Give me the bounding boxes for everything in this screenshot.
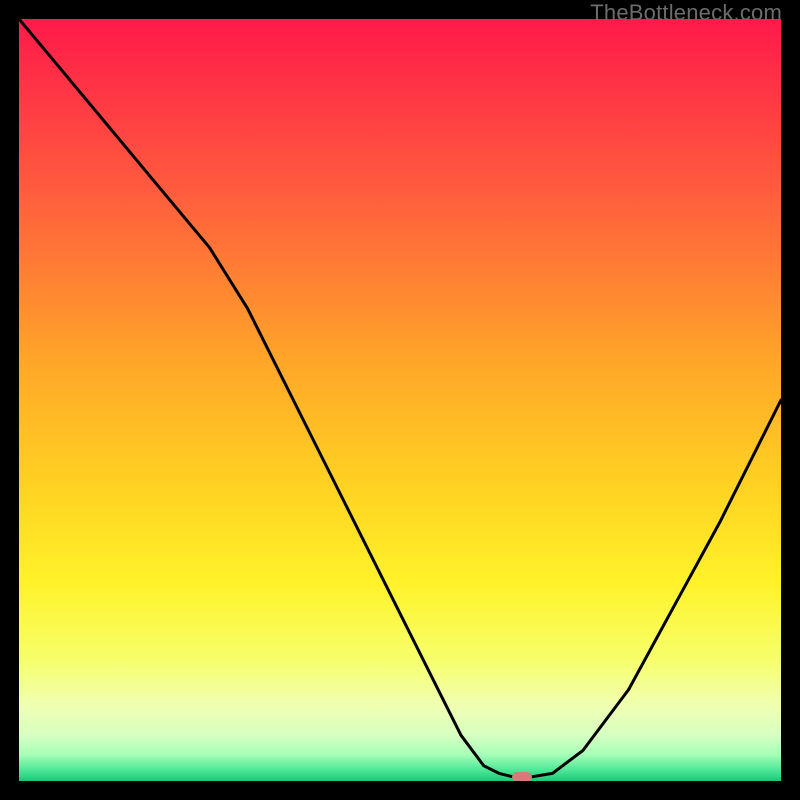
chart-plot bbox=[19, 19, 781, 781]
gradient-background bbox=[19, 19, 781, 781]
watermark-text: TheBottleneck.com bbox=[590, 0, 782, 26]
chart-svg bbox=[19, 19, 781, 781]
chart-frame: TheBottleneck.com bbox=[0, 0, 800, 800]
marker-pill bbox=[512, 772, 532, 781]
